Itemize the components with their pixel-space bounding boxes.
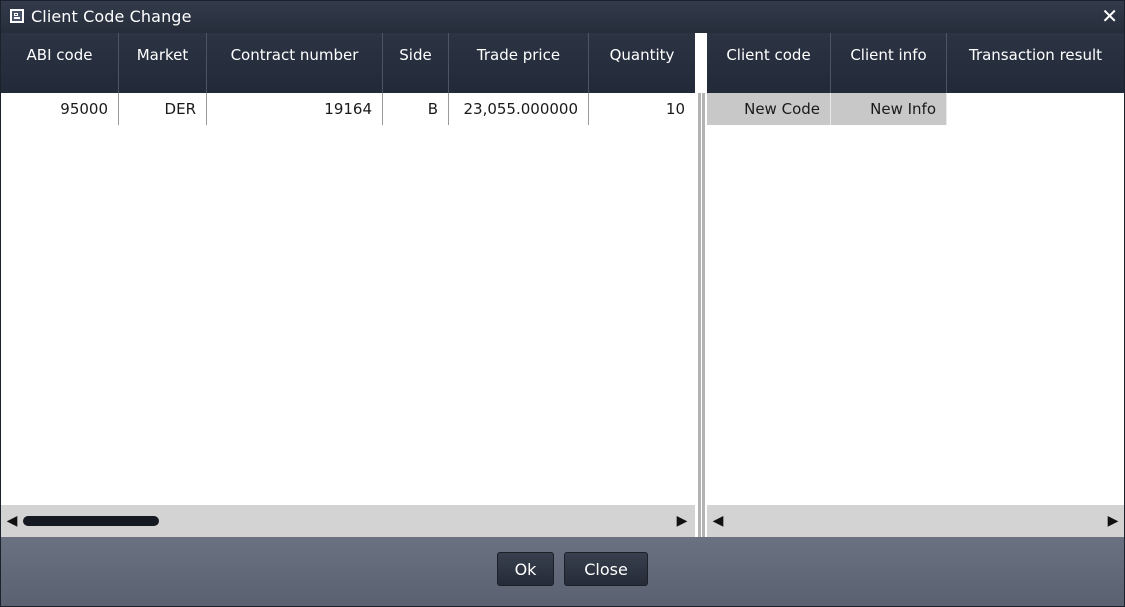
column-header-abi-code[interactable]: ABI code xyxy=(1,33,119,93)
cell-trade-price: 23,055.000000 xyxy=(449,93,589,125)
column-header-quantity[interactable]: Quantity xyxy=(589,33,695,93)
client-code-input[interactable]: New Code xyxy=(707,93,831,125)
close-button[interactable]: Close xyxy=(564,552,648,586)
right-horizontal-scrollbar[interactable]: ◀ ▶ xyxy=(707,505,1124,537)
column-header-client-code[interactable]: Client code xyxy=(707,33,831,93)
client-code-change-dialog: Client Code Change ✕ ABI code Market Con… xyxy=(0,0,1125,607)
title-bar[interactable]: Client Code Change ✕ xyxy=(1,1,1124,33)
cell-side: B xyxy=(383,93,449,125)
column-header-label: Client code xyxy=(726,46,811,64)
client-table: Client code Client info Transaction resu… xyxy=(707,33,1124,505)
column-header-label: Client info xyxy=(850,46,927,64)
cell-contract-number: 19164 xyxy=(207,93,383,125)
table-row[interactable]: New Code New Info xyxy=(707,93,1124,125)
ok-button[interactable]: Ok xyxy=(497,552,554,586)
column-header-client-info[interactable]: Client info xyxy=(831,33,947,93)
cell-quantity: 10 xyxy=(665,100,685,118)
column-header-label: Quantity xyxy=(609,46,675,64)
column-header-label: Trade price xyxy=(476,46,561,64)
scroll-right-icon[interactable]: ▶ xyxy=(673,512,691,530)
pane-splitter[interactable] xyxy=(695,33,707,537)
trades-table-header: ABI code Market Contract number Side Tra… xyxy=(1,33,695,93)
column-header-transaction-result[interactable]: Transaction result xyxy=(947,33,1124,93)
column-header-trade-price[interactable]: Trade price xyxy=(449,33,589,93)
scrollbar-thumb[interactable] xyxy=(23,516,159,526)
scroll-left-icon[interactable]: ◀ xyxy=(3,512,21,530)
window-title: Client Code Change xyxy=(31,7,192,26)
scroll-right-icon[interactable]: ▶ xyxy=(1104,512,1122,530)
cell-transaction-result xyxy=(947,93,1124,125)
window-icon xyxy=(10,9,24,23)
column-header-side[interactable]: Side xyxy=(383,33,449,93)
column-header-market[interactable]: Market xyxy=(119,33,207,93)
client-info-input[interactable]: New Info xyxy=(831,93,947,125)
trades-table-body: 95000 DER 19164 B 23,055.000000 10 xyxy=(1,93,695,505)
left-horizontal-scrollbar[interactable]: ◀ ▶ xyxy=(1,505,695,537)
column-header-label: Contract number xyxy=(230,46,359,64)
column-header-label: Market xyxy=(136,46,189,64)
column-header-label: ABI code xyxy=(26,46,93,64)
cell-market: DER xyxy=(119,93,207,125)
trades-table: ABI code Market Contract number Side Tra… xyxy=(1,33,695,505)
cell-abi-code: 95000 xyxy=(1,93,119,125)
client-table-body: New Code New Info xyxy=(707,93,1124,505)
client-table-header: Client code Client info Transaction resu… xyxy=(707,33,1124,93)
column-header-label: Side xyxy=(399,46,432,64)
column-header-contract-number[interactable]: Contract number xyxy=(207,33,383,93)
column-header-label: Transaction result xyxy=(968,46,1102,64)
table-row[interactable]: 95000 DER 19164 B 23,055.000000 10 xyxy=(1,93,695,125)
close-icon[interactable]: ✕ xyxy=(1101,4,1118,28)
scroll-left-icon[interactable]: ◀ xyxy=(709,512,727,530)
dialog-footer: Ok Close xyxy=(1,537,1124,606)
